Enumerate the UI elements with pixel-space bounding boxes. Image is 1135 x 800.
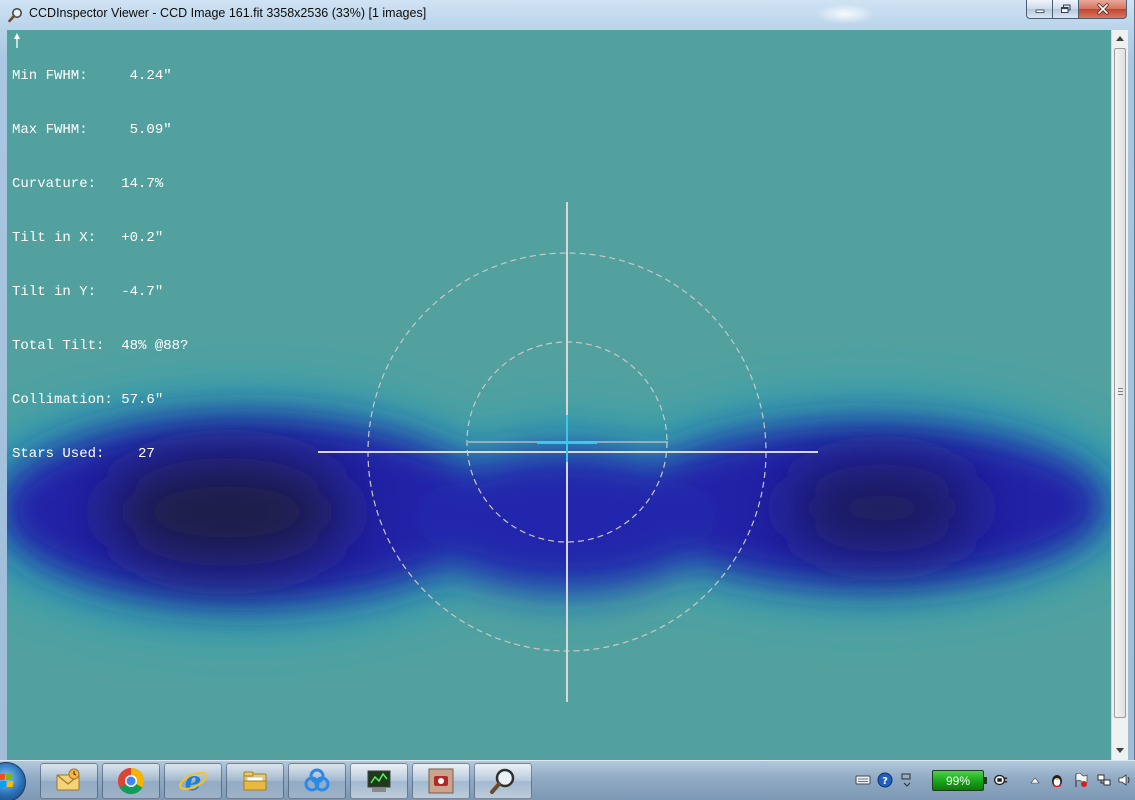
title-glow <box>815 4 875 24</box>
taskbar-internet-explorer[interactable]: e <box>164 763 222 799</box>
taskbar-file-explorer[interactable] <box>226 763 284 799</box>
taskbar-camera-app[interactable] <box>412 763 470 799</box>
minimize-button[interactable] <box>1026 0 1053 19</box>
maximize-icon <box>1060 4 1070 13</box>
close-icon <box>1096 3 1109 15</box>
stat-tilt-y: Tilt in Y: -4.7" <box>12 284 164 300</box>
show-hidden-icons-arrow[interactable] <box>1027 772 1043 788</box>
windows-start-orb-icon[interactable] <box>0 762 26 800</box>
stat-min-fwhm: Min FWHM: 4.24" <box>12 68 172 84</box>
window-title: CCDInspector Viewer - CCD Image 161.fit … <box>29 6 427 20</box>
taskbar-chrome[interactable] <box>102 763 160 799</box>
stat-tilt-x: Tilt in X: +0.2" <box>12 230 164 246</box>
stat-max-fwhm: Max FWHM: 5.09" <box>12 122 172 138</box>
volume-icon[interactable] <box>1117 772 1133 788</box>
close-button[interactable] <box>1078 0 1127 19</box>
minimize-icon <box>1035 9 1044 13</box>
taskbar-maxim-dl[interactable] <box>350 763 408 799</box>
stat-stars-used: Stars Used: 27 <box>12 446 155 462</box>
action-center-flag-icon[interactable] <box>1073 772 1089 788</box>
scrollbar-thumb[interactable] <box>1114 48 1126 718</box>
scroll-up-arrow-icon[interactable] <box>1112 30 1128 47</box>
taskbar-baidu-cloud[interactable] <box>288 763 346 799</box>
vertical-scrollbar[interactable] <box>1111 30 1128 760</box>
power-plug-icon[interactable] <box>992 772 1008 788</box>
ccdinspector-magnifier-icon[interactable] <box>8 7 24 23</box>
network-icon[interactable] <box>1096 772 1112 788</box>
maxim-dl-icon <box>367 770 391 792</box>
svg-text:?: ? <box>882 776 888 787</box>
scrollbar-grip <box>1118 388 1123 395</box>
outlook-mail-icon <box>56 768 80 791</box>
ccdinspector-window: CCDInspector Viewer - CCD Image 161.fit … <box>0 0 1135 760</box>
help-icon[interactable]: ? <box>877 772 893 788</box>
svg-text:e: e <box>185 767 202 796</box>
stat-collimation: Collimation: 57.6" <box>12 392 164 408</box>
chrome-icon <box>117 767 145 795</box>
battery-indicator[interactable]: 99% <box>932 770 987 791</box>
scroll-down-arrow-icon[interactable] <box>1112 742 1128 759</box>
ccdinspector-icon <box>490 768 515 794</box>
stat-curvature: Curvature: 14.7% <box>12 176 164 192</box>
baidu-cloud-icon <box>304 768 330 792</box>
camera-app-icon <box>428 768 454 794</box>
battery-label: 99% <box>945 773 971 788</box>
qq-penguin-icon[interactable] <box>1049 772 1065 788</box>
maximize-button[interactable] <box>1052 0 1079 19</box>
title-bar[interactable]: CCDInspector Viewer - CCD Image 161.fit … <box>0 0 1134 30</box>
ime-icon[interactable] <box>899 772 915 788</box>
taskbar: e ? 99% <box>0 760 1135 800</box>
taskbar-ccdinspector[interactable] <box>474 763 532 799</box>
taskbar-outlook[interactable] <box>40 763 98 799</box>
client-area: Min FWHM: 4.24" Max FWHM: 5.09" Curvatur… <box>7 30 1128 760</box>
stat-total-tilt: Total Tilt: 48% @88? <box>12 33 188 355</box>
statistics-panel: Min FWHM: 4.24" Max FWHM: 5.09" Curvatur… <box>12 31 188 499</box>
keyboard-icon[interactable] <box>855 772 871 788</box>
internet-explorer-icon: e <box>179 767 207 796</box>
tilt-direction-arrow-icon <box>14 33 20 48</box>
focus-curvature-map[interactable]: Min FWHM: 4.24" Max FWHM: 5.09" Curvatur… <box>7 30 1111 760</box>
file-explorer-icon <box>243 771 267 791</box>
